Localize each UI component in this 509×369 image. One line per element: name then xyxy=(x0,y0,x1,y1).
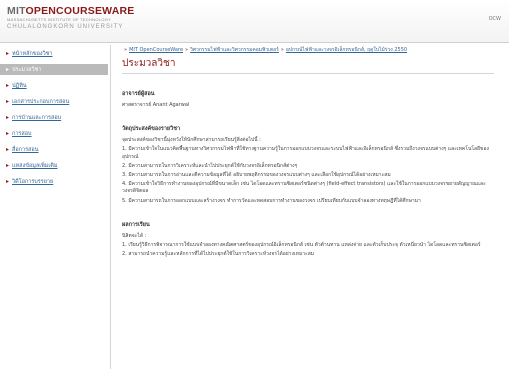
logo-main-text: OPENCOURSEWARE xyxy=(25,5,135,17)
breadcrumb-course-link[interactable]: อุปกรณ์ไฟฟ้าและวงจรอิเล็กทรอนิกส์, ฤดูใบ… xyxy=(286,47,407,53)
logo-prefix: MIT xyxy=(7,5,26,17)
ocw-link[interactable]: OCW xyxy=(489,16,501,22)
sidebar-item-resources[interactable]: ▸ แหล่งข้อมูลเพิ่มเติม xyxy=(0,160,108,171)
bullet-icon: ▸ xyxy=(6,82,10,89)
sidebar-divider xyxy=(110,45,111,369)
sidebar-item-home[interactable]: ▸ หน้าหลักของวิชา xyxy=(0,48,108,59)
sidebar-item-video-lectures[interactable]: ▸ วิดีโอการบรรยาย xyxy=(0,176,108,187)
sidebar-item-label: สื่อการสอน xyxy=(12,147,39,153)
breadcrumb-arrow-icon: » xyxy=(185,47,189,53)
site-header: MITOPENCOURSEWARE MASSACHUSETTS INSTITUT… xyxy=(0,0,509,43)
instructor-heading: อาจารย์ผู้สอน xyxy=(122,91,155,97)
title-divider xyxy=(122,73,494,74)
main-content: » MIT OpenCourseWare» วิศวกรรมไฟฟ้าและวิศว… xyxy=(122,46,500,258)
outcome-item: 2. สามารถนำความรู้และหลักการที่ได้ไปประย… xyxy=(122,251,315,258)
objective-item: 1. มีความเข้าใจในแนวคิดพื้นฐานทางวิศวกรร… xyxy=(122,146,489,160)
sidebar-item-label: การบ้านและการสอบ xyxy=(12,115,62,121)
objective-item: 4. มีความเข้าใจวิธีการทำงานของอุปกรณ์ที่… xyxy=(122,181,486,195)
sidebar-item-label: การสอบ xyxy=(12,131,32,137)
sidebar-item-label: เอกสารประกอบการสอน xyxy=(12,99,70,105)
bullet-icon: ▸ xyxy=(6,98,10,105)
bullet-icon: ▸ xyxy=(6,162,10,169)
outcome-item: 1. เรียนรู้วิธีการพิจารณาการใช้แบบจำลองท… xyxy=(122,242,481,249)
sidebar-item-label: ประมวลวิชา xyxy=(12,67,42,73)
course-sidebar: ▸ หน้าหลักของวิชา ▸ ประมวลวิชา ▸ ปฏิทิน ▸ เอ… xyxy=(0,43,108,369)
objective-item: 5. มีความสามารถในการออกแบบและสร้างวงจร ท… xyxy=(122,197,421,204)
breadcrumb-arrow-icon: » xyxy=(124,47,128,53)
sidebar-item-calendar[interactable]: ▸ ปฏิทิน xyxy=(0,80,108,91)
sidebar-item-label: หน้าหลักของวิชา xyxy=(12,51,53,57)
outcomes-intro: นิสิตจะได้ : xyxy=(122,232,147,239)
breadcrumb-arrow-icon: » xyxy=(280,47,284,53)
ocw-logo[interactable]: MITOPENCOURSEWARE MASSACHUSETTS INSTITUT… xyxy=(7,6,134,31)
breadcrumb-dept-link[interactable]: วิศวกรรมไฟฟ้าและวิศวกรรมคอมพิวเตอร์ xyxy=(190,47,279,53)
bullet-icon: ▸ xyxy=(6,66,10,73)
sidebar-item-media[interactable]: ▸ สื่อการสอน xyxy=(0,144,108,155)
sidebar-item-label: แหล่งข้อมูลเพิ่มเติม xyxy=(12,163,58,169)
instructor-text: ศาสตราจารย์ Anant Agarwal xyxy=(122,102,190,108)
page-title: ประมวลวิชา xyxy=(122,58,176,69)
logo-wordmark: MITOPENCOURSEWARE xyxy=(7,6,134,17)
objective-item: 2. มีความสามารถในการวิเคราะห์และนำไปประย… xyxy=(122,162,298,169)
sidebar-item-exams[interactable]: ▸ การสอบ xyxy=(0,128,108,139)
objectives-heading: วัตถุประสงค์ของรายวิชา xyxy=(122,126,181,133)
bullet-icon: ▸ xyxy=(6,146,10,153)
sidebar-item-label: วิดีโอการบรรยาย xyxy=(12,179,54,185)
breadcrumb: » MIT OpenCourseWare» วิศวกรรมไฟฟ้าและวิศว… xyxy=(122,46,432,54)
bullet-icon: ▸ xyxy=(6,130,10,137)
sidebar-item-assignments[interactable]: ▸ การบ้านและการสอบ xyxy=(0,112,108,123)
sidebar-item-label: ปฏิทิน xyxy=(12,83,27,89)
bullet-icon: ▸ xyxy=(6,178,10,185)
breadcrumb-home-link[interactable]: MIT OpenCourseWare xyxy=(129,47,183,53)
logo-university: CHULALONGKORN UNIVERSITY xyxy=(7,24,124,30)
objective-item: 3. มีความสามารถในการอ่านและตีความข้อมูลท… xyxy=(122,172,391,179)
sidebar-item-syllabus[interactable]: ▸ ประมวลวิชา xyxy=(0,64,108,75)
bullet-icon: ▸ xyxy=(6,114,10,121)
sidebar-item-lecture-notes[interactable]: ▸ เอกสารประกอบการสอน xyxy=(0,96,108,107)
outcomes-heading: ผลการเรียน xyxy=(122,221,150,228)
bullet-icon: ▸ xyxy=(6,50,10,57)
objectives-intro: จุดประสงค์ของวิชานี้มุ่งหวังให้นักศึกษาส… xyxy=(122,137,261,144)
